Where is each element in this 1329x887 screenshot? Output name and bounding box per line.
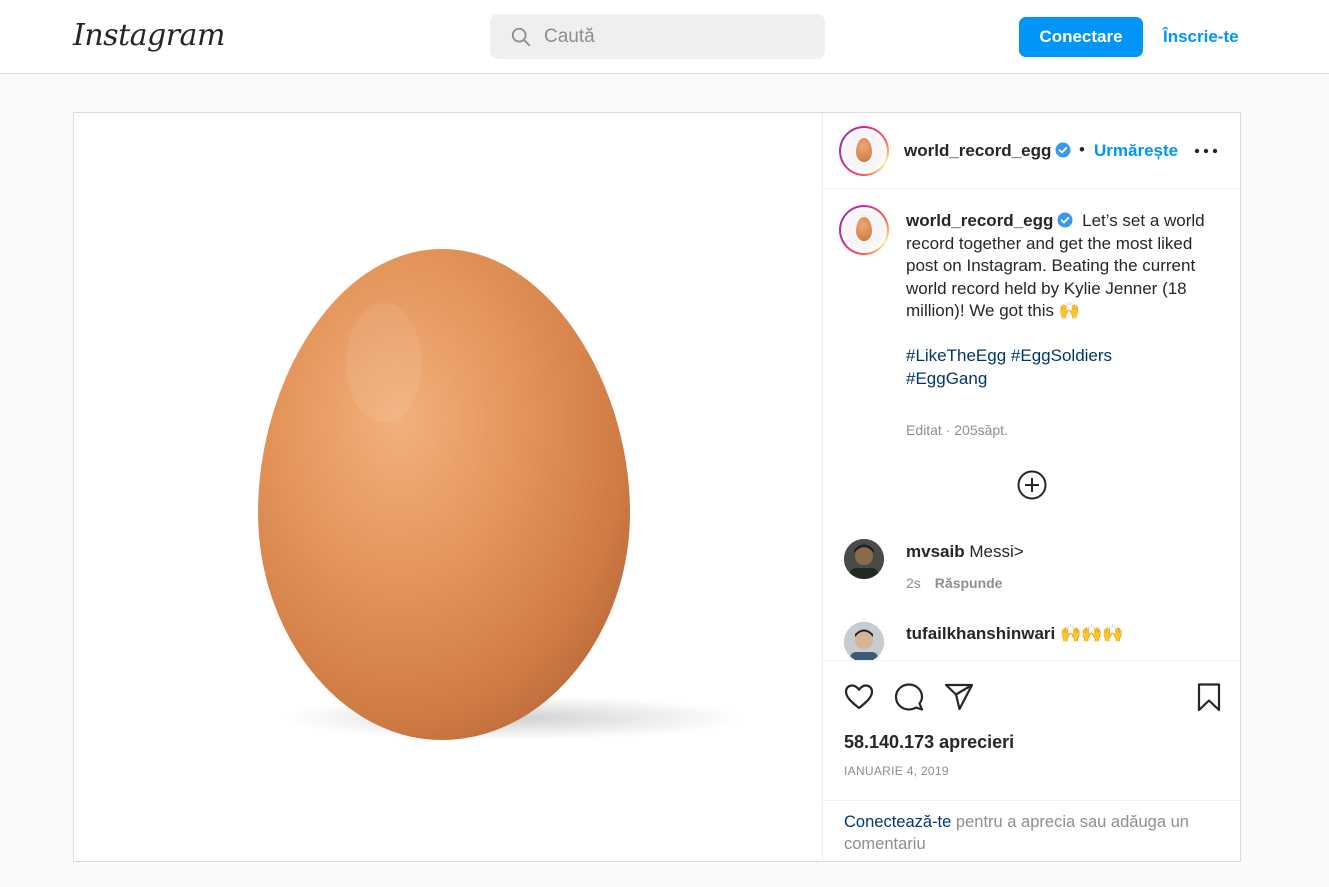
separator: • [1079,140,1085,159]
comment-time: 2s [906,575,921,591]
commenter-avatar[interactable] [844,539,884,579]
comment-meta: 2s Răspunde [906,575,1002,591]
comment-body: 🙌🙌🙌 [1059,624,1124,643]
comment-text: mvsaib Messi> [906,542,1024,562]
comment-icon[interactable] [893,681,925,713]
post-header: world_record_egg • Urmărește [823,113,1241,189]
hashtag[interactable]: #EggGang [906,369,987,388]
author-avatar[interactable] [839,126,889,176]
bookmark-icon[interactable] [1193,681,1225,713]
caption-username[interactable]: world_record_egg [906,211,1073,230]
verified-badge-icon [1055,142,1071,158]
caption-text: world_record_egg Let’s set a world recor… [906,210,1206,390]
search-icon [511,27,531,47]
comment-text: tufailkhanshinwari 🙌🙌🙌 [906,624,1124,644]
top-navigation: Instagram Conectare Înscrie-te [0,0,1329,74]
search-input[interactable] [544,14,804,59]
comments-section[interactable]: world_record_egg Let’s set a world recor… [823,190,1241,660]
instagram-logo[interactable]: Instagram [73,14,225,58]
more-horizontal-icon[interactable] [1193,141,1219,161]
likes-count[interactable]: 58.140.173 aprecieri [844,732,1014,753]
author-username[interactable]: world_record_egg [904,141,1071,161]
post-actions: 58.140.173 aprecieri IANUARIE 4, 2019 [823,660,1241,800]
login-button[interactable]: Conectare [1019,17,1143,57]
comment-username[interactable]: tufailkhanshinwari [906,624,1055,643]
login-prompt: Conectează-te pentru a aprecia sau adăug… [823,800,1241,861]
search-box[interactable] [490,14,825,59]
hashtag[interactable]: #LikeTheEgg [906,346,1006,365]
follow-button[interactable]: Urmărește [1094,141,1178,161]
reply-button[interactable]: Răspunde [935,575,1003,591]
load-more-comments-icon[interactable] [1016,469,1048,501]
comment-username[interactable]: mvsaib [906,542,965,561]
hashtag[interactable]: #EggSoldiers [1011,346,1112,365]
caption-avatar[interactable] [839,205,889,255]
login-link[interactable]: Conectează-te [844,813,951,831]
post-date: IANUARIE 4, 2019 [844,764,949,778]
post-sidebar: world_record_egg • Urmărește world_recor… [822,113,1241,861]
caption-meta: Editat · 205săpt. [906,422,1008,438]
signup-link[interactable]: Înscrie-te [1163,17,1239,57]
share-icon[interactable] [943,681,975,713]
verified-badge-icon [1057,212,1073,228]
heart-icon[interactable] [843,681,875,713]
comment-body: Messi> [969,542,1024,561]
post: world_record_egg • Urmărește world_recor… [73,112,1241,862]
egg-photo [258,249,744,740]
post-image[interactable] [74,113,822,861]
commenter-avatar[interactable] [844,622,884,660]
